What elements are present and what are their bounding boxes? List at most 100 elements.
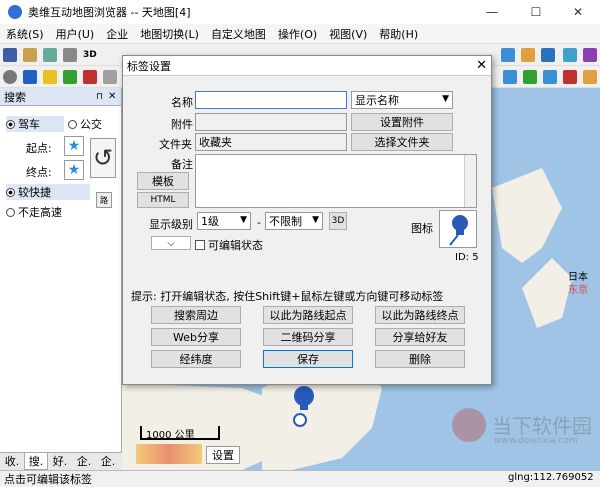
status-text: 点击可编辑该标签 bbox=[4, 473, 92, 486]
dialog-close-icon[interactable]: ✕ bbox=[476, 58, 487, 73]
level-3d-button[interactable]: 3D bbox=[329, 212, 347, 230]
pin-blue-icon[interactable] bbox=[23, 69, 37, 84]
toolbar-3d-button[interactable]: 3D bbox=[83, 50, 97, 60]
option-fast-radio[interactable]: 较快捷 bbox=[6, 184, 90, 200]
menu-view[interactable]: 视图(V) bbox=[323, 26, 373, 42]
mode-car-radio[interactable]: 驾车 bbox=[6, 116, 64, 132]
start-star-icon[interactable]: ★ bbox=[64, 136, 84, 156]
tab-enterprise-2[interactable]: 企. bbox=[96, 453, 120, 470]
print-icon[interactable] bbox=[521, 47, 535, 62]
id-text: ID: 5 bbox=[455, 252, 479, 263]
search-nearby-button[interactable]: 搜索周边 bbox=[151, 306, 241, 324]
template-button[interactable]: 模板 bbox=[137, 172, 189, 190]
icon-label: 图标 bbox=[411, 222, 433, 235]
swap-route-icon[interactable]: ↺ bbox=[90, 138, 116, 178]
window-title: 奥维互动地图浏览器 -- 天地图[4] bbox=[28, 6, 191, 19]
route-start-button[interactable]: 以此为路线起点 bbox=[263, 306, 353, 324]
chevron-down-icon: ⌵ bbox=[167, 237, 175, 249]
route-end-button[interactable]: 以此为路线终点 bbox=[375, 306, 465, 324]
note-textarea[interactable] bbox=[195, 154, 477, 208]
save-icon[interactable] bbox=[3, 47, 17, 62]
end-star-icon[interactable]: ★ bbox=[64, 160, 84, 180]
menu-user[interactable]: 用户(U) bbox=[50, 26, 101, 42]
save-button[interactable]: 保存 bbox=[263, 350, 353, 368]
layer-icon[interactable] bbox=[43, 47, 57, 62]
level-to-select[interactable]: 不限制 ▼ bbox=[265, 212, 323, 230]
note-label: 备注 bbox=[171, 158, 193, 171]
html-button[interactable]: HTML bbox=[137, 192, 189, 208]
maximize-icon[interactable]: ☐ bbox=[514, 0, 558, 24]
area-icon[interactable] bbox=[523, 69, 537, 84]
set-attachment-button[interactable]: 设置附件 bbox=[351, 113, 453, 131]
start-label: 起点: bbox=[26, 142, 52, 155]
status-bar: 点击可编辑该标签 glng:112.769052 bbox=[0, 470, 600, 487]
user-icon[interactable] bbox=[23, 47, 37, 62]
name-label: 名称 bbox=[171, 96, 193, 109]
menu-map-switch[interactable]: 地图切换(L) bbox=[134, 26, 205, 42]
pin-panel-icon[interactable]: ⊓ bbox=[96, 92, 103, 102]
latlng-button[interactable]: 经纬度 bbox=[151, 350, 241, 368]
chevron-down-icon: ▼ bbox=[240, 215, 247, 225]
choose-folder-button[interactable]: 选择文件夹 bbox=[351, 133, 453, 151]
share-friend-button[interactable]: 分享给好友 bbox=[375, 328, 465, 346]
folder-label: 文件夹 bbox=[159, 138, 192, 151]
flag-icon[interactable] bbox=[583, 69, 597, 84]
tab-search[interactable]: 搜. bbox=[24, 453, 48, 470]
map-label-tokyo: 东京 bbox=[568, 285, 588, 296]
panel-tabs: 收. 搜. 好. 企. 企. bbox=[0, 452, 122, 470]
search-panel: 搜索 ⊓ ✕ 驾车 公交 起点: ★ 终点: ★ ↺ 较快捷 路 不走高速 收.… bbox=[0, 88, 122, 470]
globe-icon[interactable] bbox=[501, 47, 515, 62]
map-scale-label: 1000 公里 bbox=[146, 430, 195, 441]
show-name-select[interactable]: 显示名称 ▼ bbox=[351, 91, 453, 109]
pin-yellow-icon[interactable] bbox=[43, 69, 57, 84]
tab-enterprise-1[interactable]: 企. bbox=[72, 453, 96, 470]
route-icon[interactable] bbox=[503, 69, 517, 84]
search-panel-header: 搜索 ⊓ ✕ bbox=[0, 88, 121, 106]
gear-icon[interactable] bbox=[3, 69, 17, 84]
option-no-highway-radio[interactable]: 不走高速 bbox=[6, 204, 90, 220]
pen-icon[interactable] bbox=[563, 47, 577, 62]
level-dash: - bbox=[257, 216, 261, 229]
menu-system[interactable]: 系统(S) bbox=[0, 26, 50, 42]
search-panel-title: 搜索 bbox=[4, 90, 26, 104]
scissors-icon[interactable] bbox=[583, 47, 597, 62]
minimize-icon[interactable]: — bbox=[470, 0, 514, 24]
tab-friends[interactable]: 好. bbox=[48, 453, 72, 470]
map-pushpin-icon[interactable] bbox=[290, 384, 318, 428]
menu-custom-map[interactable]: 自定义地图 bbox=[205, 26, 272, 42]
web-share-button[interactable]: Web分享 bbox=[151, 328, 241, 346]
mode-bus-radio[interactable]: 公交 bbox=[68, 116, 118, 132]
level-from-select[interactable]: 1级 ▼ bbox=[197, 212, 251, 230]
level-label: 显示级别 bbox=[149, 218, 193, 231]
menu-operate[interactable]: 操作(O) bbox=[272, 26, 323, 42]
status-coords: glng:112.769052 bbox=[508, 472, 594, 483]
mark-icon[interactable] bbox=[563, 69, 577, 84]
delete-button[interactable]: 删除 bbox=[375, 350, 465, 368]
close-icon[interactable]: ✕ bbox=[556, 0, 600, 24]
pin-red-icon[interactable] bbox=[83, 69, 97, 84]
qrcode-share-button[interactable]: 二维码分享 bbox=[263, 328, 353, 346]
menu-bar: 系统(S) 用户(U) 企业 地图切换(L) 自定义地图 操作(O) 视图(V)… bbox=[0, 24, 600, 44]
watermark-title: 当下软件园 bbox=[492, 414, 592, 438]
editable-checkbox[interactable]: 可编辑状态 bbox=[195, 237, 263, 253]
note-scrollbar[interactable] bbox=[464, 155, 476, 207]
watermark-url: www.downxia.com bbox=[494, 436, 578, 446]
map-scale-bar: 1000 公里 bbox=[140, 426, 220, 441]
road-button[interactable]: 路 bbox=[96, 192, 112, 208]
close-panel-icon[interactable]: ✕ bbox=[108, 91, 116, 102]
track-icon[interactable] bbox=[543, 69, 557, 84]
line-icon[interactable] bbox=[103, 69, 117, 84]
menu-enterprise[interactable]: 企业 bbox=[100, 26, 134, 42]
map-logo-icon bbox=[136, 444, 202, 464]
tool-icon[interactable] bbox=[541, 47, 555, 62]
pin-green-icon[interactable] bbox=[63, 69, 77, 84]
map-settings-button[interactable]: 设置 bbox=[206, 446, 240, 464]
grid-icon[interactable] bbox=[63, 47, 77, 62]
folder-input: 收藏夹 bbox=[195, 133, 347, 151]
icon-picker[interactable] bbox=[439, 210, 477, 248]
tab-favorites[interactable]: 收. bbox=[0, 453, 24, 470]
expand-button[interactable]: ⌵ bbox=[151, 236, 191, 250]
menu-help[interactable]: 帮助(H) bbox=[373, 26, 424, 42]
attach-label: 附件 bbox=[171, 118, 193, 131]
name-input[interactable] bbox=[195, 91, 347, 109]
